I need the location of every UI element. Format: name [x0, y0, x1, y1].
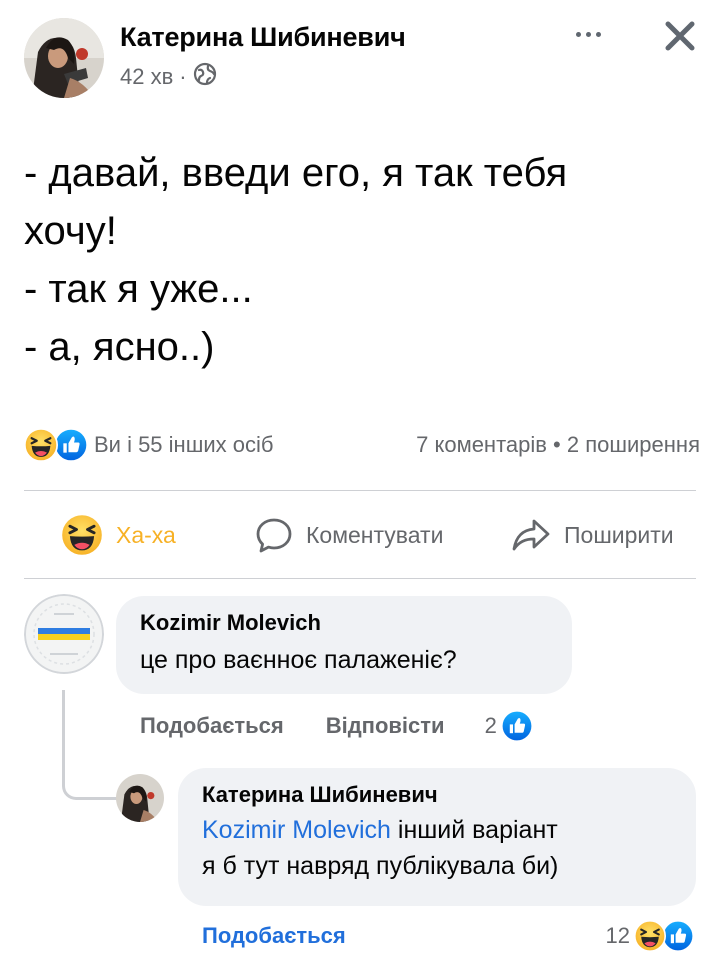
commenter-avatar[interactable]: [24, 594, 104, 674]
post-author-name[interactable]: Катерина Шибиневич: [120, 22, 406, 53]
reply-text-line: я б тут навряд публікувала би): [202, 852, 559, 880]
like-reaction-icon: [662, 920, 694, 952]
post-line: - так я уже...: [24, 267, 253, 311]
reply-mention-link[interactable]: Kozimir Molevich: [202, 816, 391, 844]
reply-text-part: інший варіант: [390, 816, 558, 844]
post-line: - давай, введи его, я так тебя: [24, 151, 568, 195]
post-header: Катерина Шибиневич 42 хв ·: [0, 0, 720, 110]
haha-reaction-icon: [634, 920, 666, 952]
divider: [24, 490, 696, 491]
comment-like-button[interactable]: Подобається: [140, 713, 284, 739]
post-time[interactable]: 42 хв: [120, 64, 173, 90]
more-options-icon: [575, 31, 581, 37]
post-meta: 42 хв ·: [120, 62, 217, 92]
like-reaction-icon: [54, 428, 88, 462]
share-button[interactable]: Поширити: [510, 515, 674, 555]
post-line: хочу!: [24, 209, 117, 253]
comment-icon: [256, 518, 292, 553]
close-icon: [665, 21, 695, 51]
author-avatar[interactable]: [24, 18, 104, 98]
reply-author-avatar[interactable]: [116, 774, 164, 822]
more-options-dot: [585, 31, 591, 37]
comment-author[interactable]: Kozimir Molevich: [140, 610, 548, 636]
reply-actions: Подобається 12: [202, 920, 696, 952]
comment-reaction-count[interactable]: 2: [485, 713, 497, 739]
reply-thread-line: [62, 690, 122, 800]
comment-button[interactable]: Коментувати: [254, 515, 443, 555]
haha-reaction-icon: [24, 428, 58, 462]
comments-shares-count[interactable]: 7 коментарів • 2 поширення: [416, 432, 700, 458]
more-options-dot: [595, 31, 601, 37]
reply-like-button[interactable]: Подобається: [202, 923, 346, 949]
comment-reply-button[interactable]: Відповісти: [326, 713, 445, 739]
reply-reaction-count[interactable]: 12: [606, 923, 630, 949]
post-body: - давай, введи его, я так тебя хочу! - т…: [24, 144, 704, 376]
post-actions: Ха-ха Коментувати Поширити: [24, 500, 696, 570]
comment-actions: Подобається Відповісти 2: [140, 710, 610, 742]
reactions-summary-text[interactable]: Ви і 55 інших осіб: [94, 432, 273, 458]
reactions-summary: Ви і 55 інших осіб 7 коментарів • 2 поши…: [24, 425, 700, 465]
divider: [24, 578, 696, 579]
comment-label: Коментувати: [306, 521, 444, 548]
reply-author[interactable]: Катерина Шибиневич: [202, 782, 672, 808]
reply-bubble: Катерина Шибиневич Kozimir Molevich інши…: [178, 768, 696, 906]
reaction-icons[interactable]: [24, 428, 86, 462]
comment-text: це про ваєнноє палаженіє?: [140, 646, 457, 674]
share-label: Поширити: [564, 521, 674, 548]
comment-bubble: Kozimir Molevich це про ваєнноє палажені…: [116, 596, 572, 694]
reply-text-line: Kozimir Molevich інший варіант: [202, 812, 672, 848]
haha-icon: [60, 513, 104, 557]
post-line: - а, ясно..): [24, 325, 215, 369]
reply-reaction-icons[interactable]: [634, 920, 696, 952]
more-options-button[interactable]: [568, 22, 608, 46]
haha-label: Ха-ха: [116, 521, 176, 548]
close-button[interactable]: [660, 16, 700, 56]
haha-button[interactable]: Ха-ха: [60, 513, 176, 557]
like-reaction-icon: [501, 710, 533, 742]
share-icon: [512, 519, 550, 551]
globe-icon: [193, 62, 217, 92]
meta-separator: ·: [179, 64, 187, 89]
